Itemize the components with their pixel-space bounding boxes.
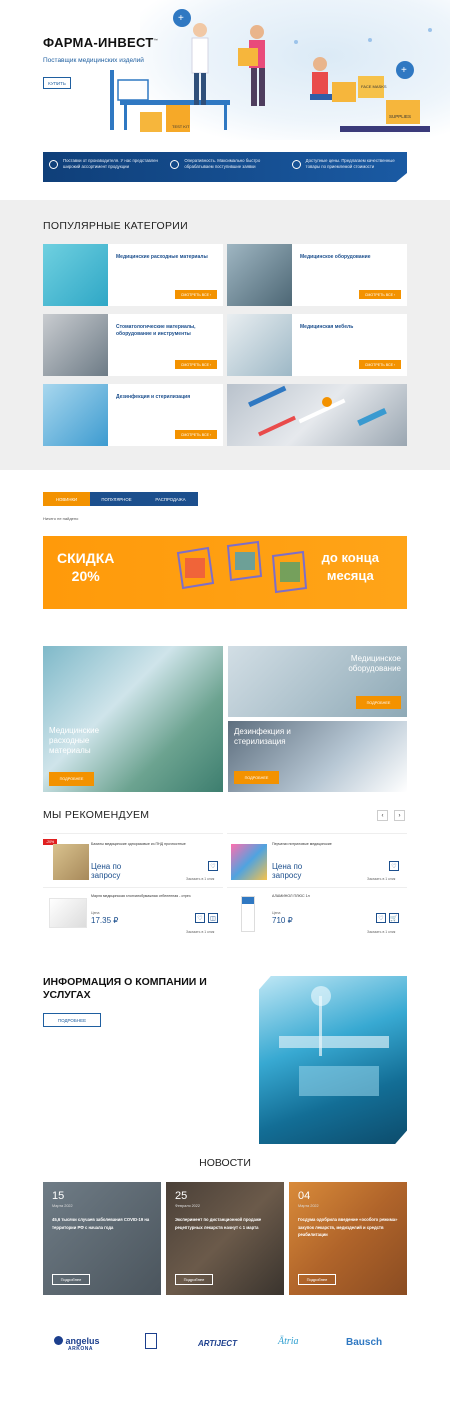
promo-banner[interactable]: СКИДКА 20% до конца месяца [43, 536, 407, 609]
news-card[interactable]: 15 Марта 2022 45,6 тысячи случаев заболе… [43, 1182, 161, 1295]
category-card-disinfection[interactable]: Дезинфекция и стерилизация СМОТРЕТЬ ВСЕ … [43, 384, 223, 446]
empty-message: Ничего не найдено [43, 516, 79, 521]
next-arrow-icon[interactable]: › [394, 810, 405, 821]
about-title: ИНФОРМАЦИЯ О КОМПАНИИ И УСЛУГАХ [43, 976, 207, 1001]
news-more-button[interactable]: Подробнее [298, 1274, 336, 1285]
product-image [231, 844, 267, 880]
brand-atria-logo[interactable]: Ätria [278, 1336, 299, 1347]
test-kit-sign: TEST KIT [172, 124, 190, 129]
tab-new[interactable]: НОВИНКИ [43, 492, 90, 506]
features-bar: Поставки от производителя. У нас предста… [43, 152, 407, 182]
disinfection-image [43, 384, 108, 446]
buy-button[interactable]: КУПИТЬ [43, 77, 71, 89]
category-card-consumables[interactable]: Медицинские расходные материалы СМОТРЕТЬ… [43, 244, 223, 306]
brand-emblem-logo[interactable] [145, 1333, 157, 1349]
favorite-icon[interactable]: ♡ [195, 913, 205, 923]
news-more-button[interactable]: Подробнее [175, 1274, 213, 1285]
medical-tools-photo [227, 384, 407, 446]
more-button[interactable]: ПОДРОБНЕЕ [356, 696, 401, 709]
news-card[interactable]: 04 Марта 2022 Госдума одобрила введение … [289, 1182, 407, 1295]
tools-pattern [248, 385, 387, 437]
more-button[interactable]: ПОДРОБНЕЕ [49, 772, 94, 786]
brand-angelus-logo[interactable]: angelus ARKONA [54, 1336, 100, 1352]
cart-icon[interactable]: 🛒 [389, 913, 399, 923]
hero-subtitle: Поставщик медицинских изделий [43, 57, 144, 64]
product-card[interactable]: -20% Бахилы медицинские одноразовые из П… [43, 833, 223, 885]
tab-sale[interactable]: РАСПРОДАЖА [143, 492, 198, 506]
product-card[interactable]: АЛАМИНОЛ ПЛЮС 1л Цена 710 ₽ ♡ 🛒 Заказать… [227, 887, 407, 939]
equipment-image [227, 244, 292, 306]
tile-consumables[interactable]: Медицинские расходные материалы ПОДРОБНЕ… [43, 646, 223, 792]
product-image [241, 896, 255, 932]
furniture-image [227, 314, 292, 376]
view-all-button[interactable]: СМОТРЕТЬ ВСЕ › [175, 430, 217, 439]
recommend-title: МЫ РЕКОМЕНДУЕМ [43, 809, 150, 821]
compare-icon[interactable]: ◫ [208, 913, 218, 923]
product-card[interactable]: Марля медицинская хлопчатобумажная отбел… [43, 887, 223, 939]
price-icon [291, 160, 301, 169]
brand-bausch-logo[interactable]: Bausch [346, 1337, 382, 1348]
favorite-icon[interactable]: ♡ [389, 861, 399, 871]
svg-text:+: + [178, 13, 184, 24]
category-card-equipment[interactable]: Медицинское оборудование СМОТРЕТЬ ВСЕ › [227, 244, 407, 306]
shopping-carts-image [176, 540, 308, 594]
hero-banner: TEST KIT FACE MASKS SUPPLIES + + ФАРМА-И… [0, 0, 450, 200]
about-more-button[interactable]: ПОДРОБНЕЕ [43, 1013, 101, 1027]
categories-title: ПОПУЛЯРНЫЕ КАТЕГОРИИ [43, 220, 188, 232]
news-more-button[interactable]: Подробнее [52, 1274, 90, 1285]
hero-illustration: TEST KIT FACE MASKS SUPPLIES + + [110, 9, 432, 132]
popular-categories: ПОПУЛЯРНЫЕ КАТЕГОРИИ Медицинские расходн… [0, 200, 450, 470]
news-title: НОВОСТИ [199, 1157, 251, 1169]
product-card[interactable]: Перчатки нитриловые медицинские Цена по … [227, 833, 407, 885]
face-masks-sign: FACE MASKS [361, 84, 387, 89]
hero-title: ФАРМА-ИНВЕСТ™ [43, 35, 158, 50]
favorite-icon[interactable]: ♡ [208, 861, 218, 871]
prev-arrow-icon[interactable]: ‹ [377, 810, 388, 821]
consumables-image [43, 244, 108, 306]
feature-price: Доступные цены. Предлагаем качественные … [286, 152, 407, 182]
category-card-furniture[interactable]: Медицинская мебель СМОТРЕТЬ ВСЕ › [227, 314, 407, 376]
view-all-button[interactable]: СМОТРЕТЬ ВСЕ › [359, 360, 401, 369]
tile-disinfection[interactable]: Дезинфекция и стерилизация ПОДРОБНЕЕ [228, 721, 407, 792]
truck-icon [49, 160, 58, 169]
more-button[interactable]: ПОДРОБНЕЕ [234, 771, 279, 784]
category-card-dental[interactable]: Стоматологические материалы, оборудовани… [43, 314, 223, 376]
favorite-icon[interactable]: ♡ [376, 913, 386, 923]
product-image [49, 898, 87, 928]
feature-speed: Оперативность. Максимально быстро обраба… [164, 152, 285, 182]
view-all-button[interactable]: СМОТРЕТЬ ВСЕ › [359, 290, 401, 299]
view-all-button[interactable]: СМОТРЕТЬ ВСЕ › [175, 290, 217, 299]
news-card[interactable]: 25 Февраля 2022 Эксперимент по дистанцио… [166, 1182, 284, 1295]
dental-image [43, 314, 108, 376]
tab-popular[interactable]: ПОПУЛЯРНОЕ [90, 492, 143, 506]
feature-supply: Поставки от производителя. У нас предста… [43, 152, 164, 182]
svg-text:+: + [401, 65, 407, 76]
brand-artiject-logo[interactable]: ARTIJECT [198, 1339, 237, 1348]
operating-room-photo [259, 976, 407, 1144]
tile-equipment[interactable]: Медицинское оборудование ПОДРОБНЕЕ [228, 646, 407, 717]
product-image [53, 844, 89, 880]
promo-period: до конца месяца [321, 550, 379, 583]
promo-discount: СКИДКА 20% [57, 550, 115, 584]
handshake-icon [170, 160, 180, 169]
view-all-button[interactable]: СМОТРЕТЬ ВСЕ › [175, 360, 217, 369]
supplies-sign: SUPPLIES [389, 114, 411, 119]
